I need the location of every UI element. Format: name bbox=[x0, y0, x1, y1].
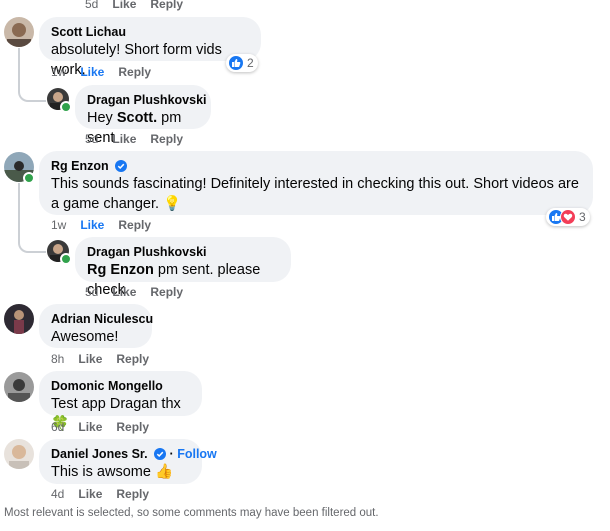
avatar[interactable] bbox=[4, 372, 34, 402]
comment-author[interactable]: Dragan Plushkovski bbox=[87, 244, 279, 260]
comment-time[interactable]: 8h bbox=[51, 352, 64, 366]
avatar[interactable] bbox=[4, 439, 34, 469]
online-indicator bbox=[60, 253, 72, 265]
like-button[interactable]: Like bbox=[80, 218, 104, 232]
like-button[interactable]: Like bbox=[112, 0, 136, 11]
comment-actions: 6d Like Reply bbox=[51, 419, 163, 435]
like-button[interactable]: Like bbox=[112, 285, 136, 299]
comment-actions: 5d Like Reply bbox=[85, 284, 197, 300]
comment-bubble: Domonic Mongello Test app Dragan thx 🍀 bbox=[39, 371, 202, 432]
like-button[interactable]: Like bbox=[78, 487, 102, 501]
comment-bubble: Rg Enzon This sounds fascinating! Defini… bbox=[39, 151, 593, 215]
avatar-image bbox=[4, 17, 34, 47]
thread-line bbox=[18, 183, 46, 253]
lightbulb-icon: 💡 bbox=[163, 196, 182, 212]
comment-author-row: Rg Enzon bbox=[51, 158, 581, 174]
comment-author-row: Daniel Jones Sr. · Follow bbox=[51, 446, 217, 462]
thumbs-up-icon: 👍 bbox=[154, 464, 174, 480]
love-reaction-icon bbox=[560, 209, 576, 225]
reply-button[interactable]: Reply bbox=[150, 132, 183, 146]
comment-time[interactable]: 1w bbox=[51, 65, 66, 79]
online-indicator bbox=[60, 101, 72, 113]
reaction-summary[interactable]: 3 bbox=[546, 208, 590, 226]
comment-time[interactable]: 5d bbox=[85, 0, 98, 11]
comment-text: Awesome! bbox=[51, 329, 119, 345]
reaction-count: 3 bbox=[579, 210, 586, 224]
avatar-image bbox=[4, 372, 34, 402]
reply-button[interactable]: Reply bbox=[116, 487, 149, 501]
reply-button[interactable]: Reply bbox=[116, 420, 149, 434]
comment-bubble: Dragan Plushkovski Hey Scott. pm sent bbox=[75, 85, 211, 146]
comment-time[interactable]: 1w bbox=[51, 218, 66, 232]
comment-actions: 8h Like Reply bbox=[51, 351, 163, 367]
comment-bubble: Dragan Plushkovski Rg Enzon pm sent. ple… bbox=[75, 237, 291, 298]
avatar-image bbox=[4, 439, 34, 469]
like-reaction-icon bbox=[228, 55, 244, 71]
comment-time[interactable]: 4d bbox=[51, 487, 64, 501]
reaction-count: 2 bbox=[247, 56, 254, 70]
verified-badge-icon bbox=[115, 160, 128, 172]
filter-notice: Most relevant is selected, so some comme… bbox=[4, 507, 379, 519]
comment-bubble: Scott Lichau absolutely! Short form vids… bbox=[39, 17, 261, 78]
reply-button[interactable]: Reply bbox=[150, 285, 183, 299]
comment-text: This sounds fascinating! Definitely inte… bbox=[51, 176, 579, 212]
comment-time[interactable]: 5d bbox=[85, 285, 98, 299]
avatar[interactable] bbox=[4, 17, 34, 47]
thread-line bbox=[18, 48, 46, 102]
comment-author[interactable]: Domonic Mongello bbox=[51, 378, 190, 394]
comment-author[interactable]: Daniel Jones Sr. bbox=[51, 447, 148, 461]
comment-author[interactable]: Scott Lichau bbox=[51, 24, 249, 40]
avatar[interactable] bbox=[4, 304, 34, 334]
top-comment-actions: 5d Like Reply bbox=[85, 0, 197, 12]
comment-bubble: Daniel Jones Sr. · Follow This is awsome… bbox=[39, 439, 217, 484]
reaction-summary[interactable]: 2 bbox=[226, 54, 258, 72]
reply-button[interactable]: Reply bbox=[118, 218, 151, 232]
comment-actions: 5d Like Reply bbox=[85, 131, 197, 147]
like-button[interactable]: Like bbox=[78, 420, 102, 434]
avatar-image bbox=[4, 304, 34, 334]
reply-button[interactable]: Reply bbox=[116, 352, 149, 366]
mention-link[interactable]: Rg Enzon bbox=[87, 262, 154, 278]
comment-actions: 1w Like Reply bbox=[51, 217, 165, 233]
like-button[interactable]: Like bbox=[78, 352, 102, 366]
reply-button[interactable]: Reply bbox=[118, 65, 151, 79]
like-button[interactable]: Like bbox=[112, 132, 136, 146]
comment-bubble: Adrian Niculescu Awesome! bbox=[39, 304, 153, 348]
comment-author[interactable]: Adrian Niculescu bbox=[51, 311, 153, 327]
comment-text: This is awsome 👍 bbox=[51, 464, 174, 480]
comment-author[interactable]: Rg Enzon bbox=[51, 159, 109, 173]
comment-actions: 4d Like Reply bbox=[51, 486, 163, 502]
comment-actions: 1w Like Reply bbox=[51, 64, 165, 80]
reply-button[interactable]: Reply bbox=[150, 0, 183, 11]
comment-time[interactable]: 6d bbox=[51, 420, 64, 434]
mention-link[interactable]: Scott. bbox=[117, 110, 157, 126]
verified-badge-icon bbox=[154, 448, 167, 460]
separator-dot: · bbox=[169, 447, 174, 461]
follow-button[interactable]: Follow bbox=[177, 447, 217, 461]
comment-time[interactable]: 5d bbox=[85, 132, 98, 146]
like-button[interactable]: Like bbox=[80, 65, 104, 79]
comment-author[interactable]: Dragan Plushkovski bbox=[87, 92, 207, 108]
